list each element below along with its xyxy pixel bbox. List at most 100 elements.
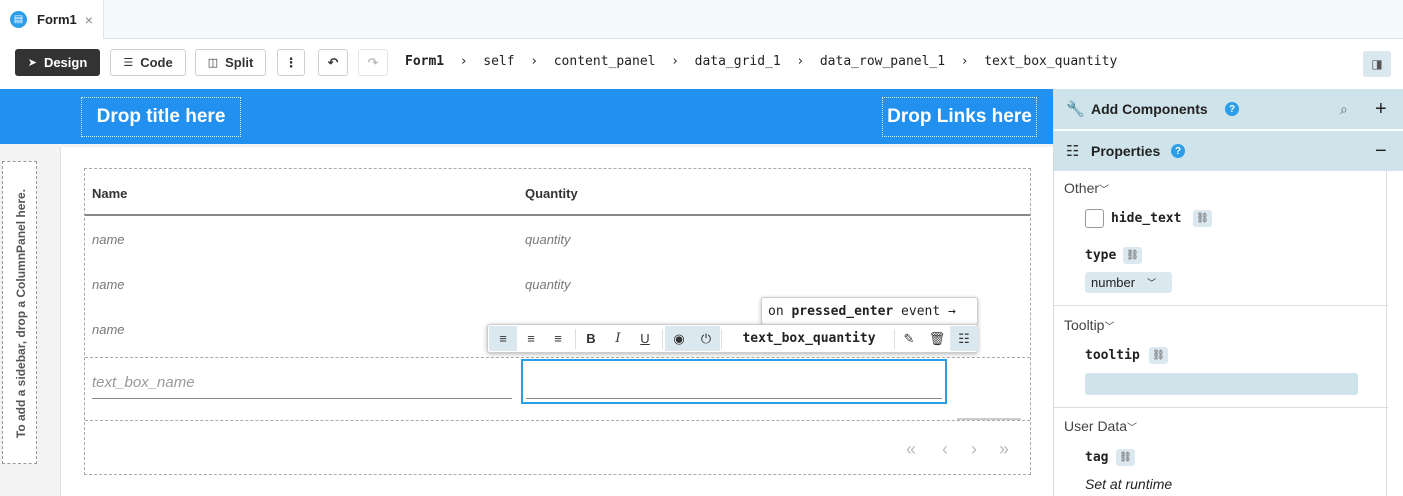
minus-icon[interactable]: − (1375, 140, 1387, 163)
redo-button[interactable]: ↷ (358, 49, 388, 76)
editor-toolbar: ➤ Design ☰ Code ◫ Split ⋮ ↶ ↷ Form1 › se… (0, 39, 1403, 89)
design-canvas: Drop title here Drop Links here To add a… (0, 89, 1053, 496)
help-icon[interactable]: ? (1225, 102, 1239, 116)
align-center-button[interactable]: ≡ (517, 326, 545, 351)
horizontal-scrollbar[interactable] (957, 418, 1021, 420)
add-components-title: Add Components (1091, 101, 1208, 117)
breadcrumb-item[interactable]: self (483, 54, 514, 69)
prop-label-hide-text: hide_text (1111, 211, 1182, 226)
italic-button[interactable]: I (604, 326, 632, 351)
bold-button[interactable]: B (577, 326, 605, 351)
chevron-down-icon: ﹀ (1147, 278, 1157, 288)
separator (575, 329, 576, 349)
prev-page-icon[interactable]: ‹ (942, 439, 948, 460)
split-button[interactable]: ◫ Split (195, 49, 266, 76)
breadcrumb-item[interactable]: Form1 (405, 54, 444, 69)
link-icon[interactable]: ⛓ (1123, 247, 1142, 264)
close-icon[interactable]: × (85, 12, 93, 28)
sidebar-drop-zone[interactable]: To add a sidebar, drop a ColumnPanel her… (2, 161, 37, 464)
breadcrumb-item[interactable]: content_panel (554, 54, 656, 69)
panel-toggle-button[interactable]: ◨ (1363, 51, 1391, 77)
bold-icon: B (586, 331, 596, 346)
breadcrumb-item[interactable]: data_row_panel_1 (820, 54, 945, 69)
component-name-label[interactable]: text_box_quantity (724, 326, 894, 351)
code-label: Code (140, 55, 173, 70)
align-center-icon: ≡ (527, 331, 535, 346)
link-icon[interactable]: ⛓ (1116, 449, 1135, 466)
more-menu-button[interactable]: ⋮ (277, 49, 305, 76)
app-header: Drop title here Drop Links here (0, 89, 1053, 144)
title-drop-zone[interactable]: Drop title here (81, 97, 241, 137)
prop-label-tag: tag (1085, 450, 1109, 465)
more-vertical-icon: ⋮ (284, 54, 298, 70)
separator (662, 329, 663, 349)
event-tooltip[interactable]: on pressed_enter event → (761, 297, 978, 325)
design-button[interactable]: ➤ Design (15, 49, 100, 76)
enabled-toggle-button[interactable]: ⏻ (692, 326, 720, 351)
design-label: Design (43, 55, 88, 70)
undo-button[interactable]: ↶ (318, 49, 348, 76)
align-left-icon: ≡ (499, 331, 507, 346)
code-button[interactable]: ☰ Code (110, 49, 186, 76)
section-tooltip[interactable]: Tooltip﹀ (1064, 317, 1114, 333)
type-value: number (1091, 275, 1136, 290)
chevron-down-icon: ﹀ (1104, 322, 1115, 333)
chevron-down-icon: ﹀ (1099, 185, 1110, 196)
split-view-icon: ◫ (207, 57, 219, 69)
tab-label: Form1 (37, 12, 77, 27)
section-title: User Data (1064, 418, 1128, 434)
prop-label-type: type (1085, 248, 1117, 263)
delete-button[interactable]: 🗑 (923, 326, 951, 351)
sidebar-panel-icon: ◨ (1371, 57, 1383, 71)
table-cell: quantity (525, 277, 571, 292)
underline-button[interactable]: U (631, 326, 659, 351)
plus-icon[interactable]: + (1375, 98, 1387, 121)
properties-button[interactable]: ☷ (950, 326, 978, 351)
links-drop-zone[interactable]: Drop Links here (882, 97, 1037, 137)
tooltip-input[interactable] (1085, 373, 1358, 395)
column-header-name: Name (92, 186, 128, 201)
undo-icon: ↶ (327, 54, 339, 70)
text-box-quantity[interactable] (521, 359, 947, 404)
tab-bar: ▤ Form1 × (0, 0, 1403, 39)
align-right-button[interactable]: ≡ (544, 326, 572, 351)
send-icon: ➤ (27, 57, 37, 69)
panel-scrollbar[interactable] (1386, 171, 1387, 496)
first-page-icon[interactable]: « (906, 439, 916, 460)
help-icon[interactable]: ? (1171, 144, 1185, 158)
breadcrumb-item[interactable]: text_box_quantity (984, 54, 1117, 69)
text-box-name[interactable]: text_box_name (92, 372, 512, 399)
section-title: Other (1064, 180, 1100, 196)
add-components-header[interactable]: 🔧 Add Components ? ⌕ + (1054, 89, 1403, 129)
sidebar-hint: To add a sidebar, drop a ColumnPanel her… (13, 188, 28, 439)
hide-text-checkbox[interactable] (1085, 209, 1104, 228)
right-panel: 🔧 Add Components ? ⌕ + ☷ Properties ? − … (1053, 89, 1403, 496)
visible-toggle-button[interactable]: ◉ (665, 326, 693, 351)
edit-button[interactable]: ✎ (895, 326, 923, 351)
align-left-button[interactable]: ≡ (489, 326, 517, 351)
underline-icon: U (640, 331, 650, 346)
sliders-icon: ☷ (958, 330, 970, 346)
sliders-icon: ☷ (1066, 143, 1080, 160)
link-icon[interactable]: ⛓ (1149, 347, 1168, 364)
properties-header[interactable]: ☷ Properties ? − (1054, 131, 1403, 171)
split-label: Split (225, 55, 254, 70)
breadcrumb-item[interactable]: data_grid_1 (695, 54, 781, 69)
italic-icon: I (615, 331, 621, 346)
data-row-panel[interactable]: text_box_name (85, 357, 1030, 421)
section-title: Tooltip (1064, 317, 1105, 333)
divider (1054, 407, 1388, 408)
search-icon[interactable]: ⌕ (1340, 101, 1348, 118)
properties-title: Properties (1091, 143, 1161, 159)
tag-value: Set at runtime (1085, 476, 1173, 492)
type-dropdown[interactable]: number ﹀ (1085, 272, 1172, 293)
component-toolbar: ≡ ≡ ≡ B I U ◉ ⏻ text_box_quantity ✎ 🗑 ☷ (487, 324, 978, 353)
next-page-icon[interactable]: › (971, 439, 977, 460)
section-user-data[interactable]: User Data﹀ (1064, 418, 1137, 434)
tab-form1[interactable]: ▤ Form1 × (0, 0, 104, 39)
eye-icon: ◉ (673, 330, 685, 346)
section-other[interactable]: Other﹀ (1064, 180, 1109, 196)
input-underline (526, 398, 942, 399)
link-icon[interactable]: ⛓ (1193, 210, 1212, 227)
last-page-icon[interactable]: » (999, 439, 1009, 460)
